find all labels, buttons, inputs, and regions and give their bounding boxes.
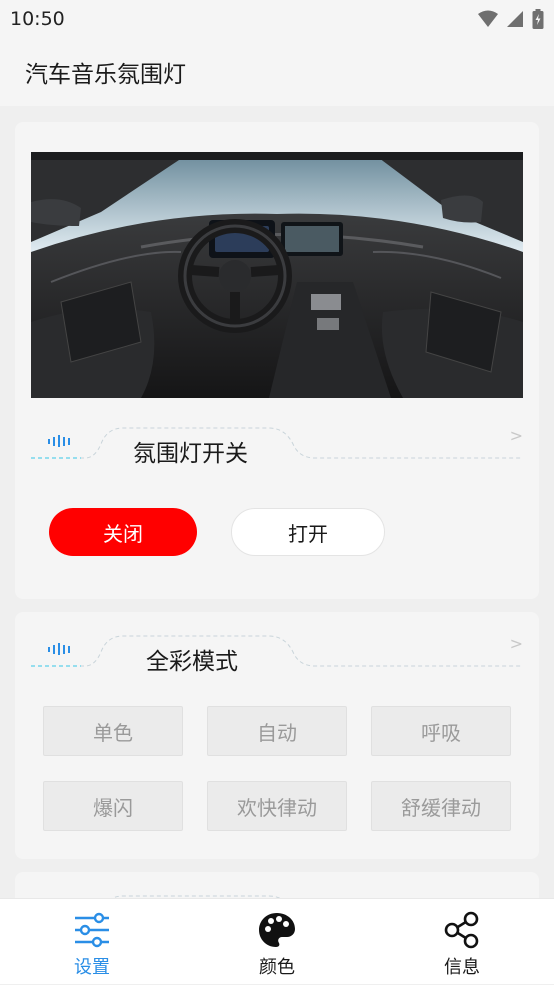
section-header-decoration (31, 635, 523, 667)
status-bar: 10:50 (0, 0, 554, 38)
power-off-button[interactable]: 关闭 (49, 508, 197, 556)
app-bar: 汽车音乐氛围灯 (0, 38, 554, 106)
main-content[interactable]: 氛围灯开关 > 关闭 打开 全彩模式 > 单色 自动 呼吸 爆闪 欢快律动 舒缓… (0, 106, 554, 898)
sound-wave-icon (48, 435, 70, 447)
nav-label-color: 颜色 (259, 957, 295, 978)
status-icons (478, 9, 544, 29)
palette-icon (259, 913, 295, 947)
next-card (15, 872, 539, 898)
mode-button-upbeat-rhythm[interactable]: 欢快律动 (207, 781, 347, 831)
share-nodes-icon (444, 911, 479, 949)
nav-item-color[interactable]: 颜色 (217, 899, 337, 985)
mode-card: 全彩模式 > 单色 自动 呼吸 爆闪 欢快律动 舒缓律动 (15, 612, 539, 859)
nav-item-settings[interactable]: 设置 (32, 899, 152, 985)
mode-button-single-color[interactable]: 单色 (43, 706, 183, 756)
signal-icon (507, 11, 523, 27)
nav-label-info: 信息 (444, 957, 480, 978)
sound-wave-icon (48, 643, 70, 655)
section-header-decoration (31, 427, 523, 459)
wifi-icon (478, 10, 498, 27)
power-section-header: 氛围灯开关 > (15, 422, 539, 476)
power-on-button[interactable]: 打开 (231, 508, 385, 556)
mode-button-soothing-rhythm[interactable]: 舒缓律动 (371, 781, 511, 831)
mode-section-header: 全彩模式 > (15, 630, 539, 684)
car-interior-illustration (31, 152, 523, 398)
bottom-navigation: 设置 颜色 信息 (0, 898, 554, 984)
section-header-decoration (111, 895, 281, 898)
power-card: 氛围灯开关 > 关闭 打开 (15, 122, 539, 599)
status-time: 10:50 (10, 8, 65, 30)
power-section-title: 氛围灯开关 (133, 441, 248, 467)
mode-button-flash[interactable]: 爆闪 (43, 781, 183, 831)
nav-item-info[interactable]: 信息 (402, 899, 522, 985)
page-title: 汽车音乐氛围灯 (25, 62, 186, 88)
mode-button-breathing[interactable]: 呼吸 (371, 706, 511, 756)
nav-label-settings: 设置 (74, 957, 110, 978)
settings-sliders-icon (75, 912, 109, 948)
mode-section-title: 全彩模式 (146, 649, 238, 675)
battery-icon (532, 9, 544, 29)
mode-section-arrow-icon[interactable]: > (510, 634, 523, 653)
power-section-arrow-icon[interactable]: > (510, 426, 523, 445)
mode-button-auto[interactable]: 自动 (207, 706, 347, 756)
car-interior-image (31, 152, 523, 398)
